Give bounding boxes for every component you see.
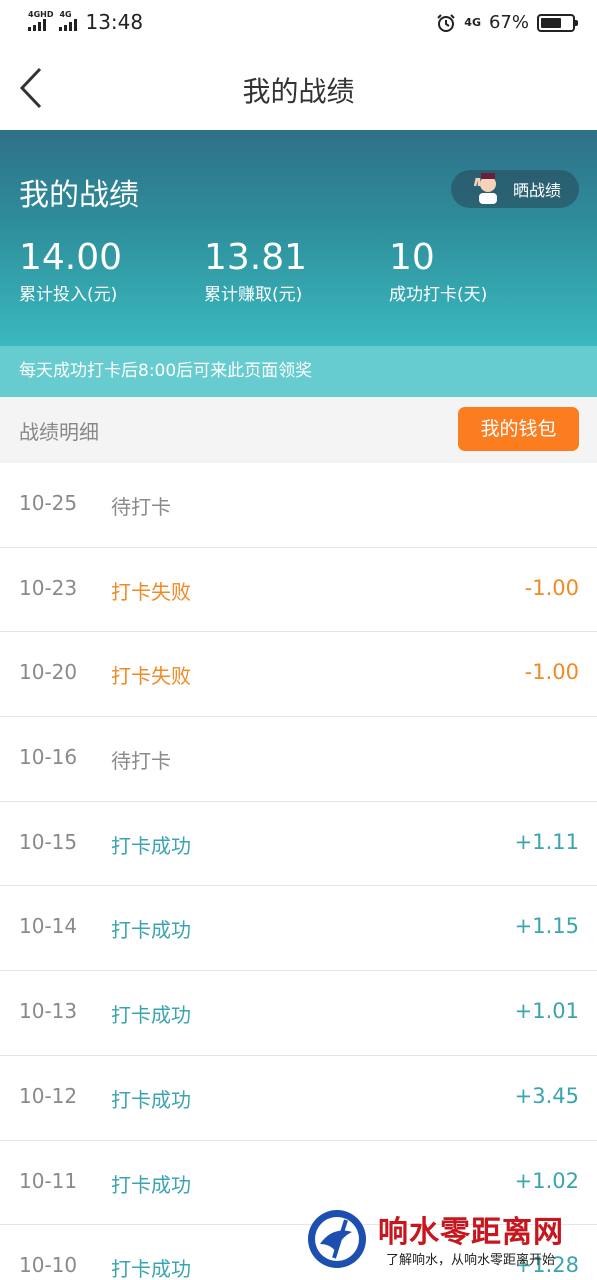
- detail-header: 战绩明细 我的钱包: [0, 397, 597, 463]
- battery-fill: [541, 17, 562, 28]
- summary-panel: 我的战绩 晒战绩 14.00 累计投入(元) 13.81 累计赚取(元) 10 …: [0, 130, 597, 346]
- detail-title: 战绩明细: [19, 420, 99, 444]
- record-status: 待打卡: [111, 749, 171, 774]
- watermark-logo-icon: [308, 1210, 366, 1268]
- network-right-label: 4G: [464, 16, 481, 29]
- record-date: 10-20: [19, 660, 78, 685]
- record-status: 打卡成功: [111, 1087, 191, 1112]
- record-list: 10-25 待打卡 10-23 打卡失败 -1.00 10-20 打卡失败 -1.00 10-1…: [0, 463, 597, 1280]
- record-date: 10-13: [19, 999, 78, 1024]
- stat-earned: 13.81 累计赚取(元): [204, 237, 308, 306]
- status-time: 13:48: [85, 10, 144, 34]
- stat-label: 成功打卡(天): [389, 285, 488, 305]
- stat-label: 累计投入(元): [19, 285, 118, 305]
- record-row: 10-23 打卡失败 -1.00: [0, 547, 597, 633]
- record-row: 10-12 打卡成功 +3.45: [0, 1055, 597, 1141]
- alarm-icon: [437, 13, 456, 32]
- watermark-slogan: 了解响水，从响水零距离开始: [386, 1253, 556, 1268]
- stat-value: 14.00: [19, 237, 123, 278]
- record-date: 10-23: [19, 575, 78, 600]
- record-date: 10-11: [19, 1168, 78, 1193]
- network-label-2: 4G: [59, 10, 72, 19]
- stat-invested: 14.00 累计投入(元): [19, 237, 123, 306]
- stat-checkins: 10 成功打卡(天): [389, 237, 488, 306]
- summary-title: 我的战绩: [19, 178, 139, 213]
- record-row: 10-14 打卡成功 +1.15: [0, 886, 597, 972]
- record-amount: +1.15: [514, 914, 579, 939]
- signal-icon: 4GHD: [28, 10, 53, 34]
- record-status: 打卡失败: [111, 579, 191, 604]
- status-right: 4G 67%: [436, 12, 578, 33]
- share-record-button[interactable]: 晒战绩: [451, 170, 579, 208]
- watermark-name: 响水零距离网: [378, 1215, 564, 1250]
- record-date: 10-12: [19, 1083, 78, 1108]
- network-label-1: 4GHD: [28, 10, 54, 19]
- record-date: 10-10: [19, 1253, 78, 1278]
- record-status: 打卡成功: [111, 833, 191, 858]
- record-date: 10-25: [19, 491, 78, 515]
- battery-percent: 67%: [488, 12, 529, 33]
- signal-icon-2: 4G: [59, 10, 79, 34]
- status-left: 4GHD 4G 13:48: [28, 10, 143, 34]
- record-status: 打卡成功: [111, 918, 191, 943]
- share-label: 晒战绩: [513, 181, 562, 200]
- battery-icon: [537, 13, 578, 32]
- stat-label: 累计赚取(元): [204, 285, 303, 305]
- record-amount: -1.00: [524, 575, 579, 600]
- record-status: 打卡失败: [111, 664, 191, 689]
- nav-bar: 我的战绩: [0, 48, 597, 130]
- record-status: 打卡成功: [111, 1003, 191, 1028]
- record-row: 10-25 待打卡: [0, 463, 597, 548]
- record-status: 打卡成功: [111, 1257, 191, 1280]
- wallet-button[interactable]: 我的钱包: [458, 407, 579, 451]
- status-bar: 4GHD 4G 13:48 4G 67%: [0, 0, 597, 48]
- record-status: 打卡成功: [111, 1172, 191, 1197]
- record-amount: +3.45: [514, 1083, 579, 1108]
- record-row: 10-13 打卡成功 +1.01: [0, 971, 597, 1056]
- record-amount: +1.02: [514, 1168, 579, 1193]
- record-amount: +1.01: [514, 999, 579, 1024]
- page-title: 我的战绩: [242, 75, 355, 108]
- record-date: 10-14: [19, 914, 78, 939]
- record-row: 10-16 待打卡: [0, 717, 597, 802]
- avatar-icon: [473, 173, 497, 204]
- record-amount: +1.11: [514, 829, 579, 854]
- record-date: 10-16: [19, 745, 78, 770]
- record-row: 10-15 打卡成功 +1.11: [0, 801, 597, 887]
- record-row: 10-20 打卡失败 -1.00: [0, 632, 597, 718]
- notice-bar: 每天成功打卡后8:00后可来此页面领奖: [0, 346, 597, 397]
- stat-value: 13.81: [204, 237, 308, 278]
- record-amount: -1.00: [524, 660, 579, 685]
- record-status: 待打卡: [111, 495, 171, 519]
- watermark: 响水零距离网 了解响水，从响水零距离开始: [306, 1205, 597, 1280]
- stat-value: 10: [389, 237, 435, 278]
- record-date: 10-15: [19, 829, 78, 854]
